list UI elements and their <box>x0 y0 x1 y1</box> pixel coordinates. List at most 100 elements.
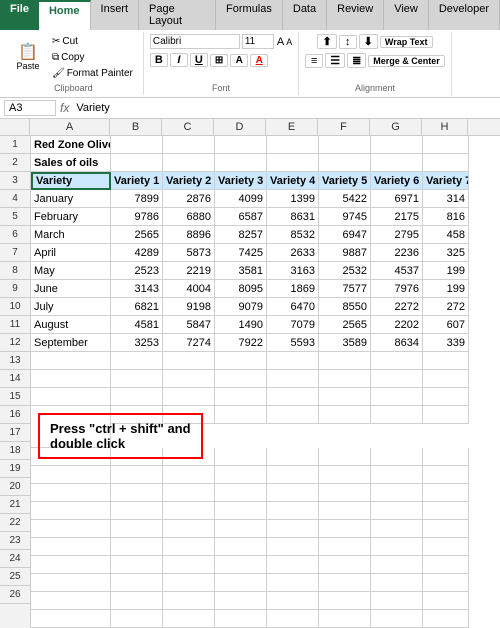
cell-reference-input[interactable] <box>4 100 56 116</box>
cell-15-B[interactable] <box>111 388 163 406</box>
cell-15-C[interactable] <box>163 388 215 406</box>
cell-23-C[interactable] <box>163 556 215 574</box>
cell-14-H[interactable] <box>423 370 469 388</box>
cell-13-H[interactable] <box>423 352 469 370</box>
cell-12-H[interactable]: 339 <box>423 334 469 352</box>
cell-8-C[interactable]: 2219 <box>163 262 215 280</box>
cell-24-G[interactable] <box>371 574 423 592</box>
cell-7-G[interactable]: 2236 <box>371 244 423 262</box>
cell-12-A[interactable]: September <box>31 334 111 352</box>
tab-insert[interactable]: Insert <box>91 0 140 30</box>
cell-9-A[interactable]: June <box>31 280 111 298</box>
row-header-14[interactable]: 14 <box>0 370 30 388</box>
cell-9-D[interactable]: 8095 <box>215 280 267 298</box>
cell-3-F[interactable]: Variety 5 <box>319 172 371 190</box>
align-bottom-button[interactable]: ⬇ <box>359 34 378 49</box>
cell-24-F[interactable] <box>319 574 371 592</box>
cell-7-B[interactable]: 4289 <box>111 244 163 262</box>
col-header-a[interactable]: A <box>30 119 110 135</box>
cell-21-B[interactable] <box>111 520 163 538</box>
tab-data[interactable]: Data <box>283 0 327 30</box>
cell-22-E[interactable] <box>267 538 319 556</box>
col-header-b[interactable]: B <box>110 119 162 135</box>
cell-17-F[interactable] <box>319 448 371 466</box>
tab-review[interactable]: Review <box>327 0 384 30</box>
cell-23-E[interactable] <box>267 556 319 574</box>
cell-3-C[interactable]: Variety 2 <box>163 172 215 190</box>
cell-15-D[interactable] <box>215 388 267 406</box>
cell-14-G[interactable] <box>371 370 423 388</box>
cell-25-B[interactable] <box>111 592 163 610</box>
cell-14-C[interactable] <box>163 370 215 388</box>
format-painter-button[interactable]: 🖌 Format Painter <box>48 66 137 81</box>
cell-26-E[interactable] <box>267 610 319 628</box>
cell-21-H[interactable] <box>423 520 469 538</box>
cell-16-D[interactable] <box>215 406 267 424</box>
cell-19-H[interactable] <box>423 484 469 502</box>
cell-20-E[interactable] <box>267 502 319 520</box>
cell-6-F[interactable]: 6947 <box>319 226 371 244</box>
cell-15-E[interactable] <box>267 388 319 406</box>
cell-22-C[interactable] <box>163 538 215 556</box>
cell-1-E[interactable] <box>267 136 319 154</box>
row-header-24[interactable]: 24 <box>0 550 30 568</box>
decrease-font-button[interactable]: A <box>286 37 292 47</box>
cell-8-H[interactable]: 199 <box>423 262 469 280</box>
font-name-input[interactable] <box>150 34 240 49</box>
cell-18-G[interactable] <box>371 466 423 484</box>
italic-button[interactable]: I <box>170 53 188 67</box>
cell-8-E[interactable]: 3163 <box>267 262 319 280</box>
cell-23-H[interactable] <box>423 556 469 574</box>
cell-14-E[interactable] <box>267 370 319 388</box>
cell-25-C[interactable] <box>163 592 215 610</box>
cell-17-G[interactable] <box>371 448 423 466</box>
align-middle-button[interactable]: ↕ <box>339 35 357 49</box>
cell-13-C[interactable] <box>163 352 215 370</box>
cell-12-E[interactable]: 5593 <box>267 334 319 352</box>
cell-23-D[interactable] <box>215 556 267 574</box>
cell-14-F[interactable] <box>319 370 371 388</box>
cell-8-G[interactable]: 4537 <box>371 262 423 280</box>
cell-5-D[interactable]: 6587 <box>215 208 267 226</box>
row-header-8[interactable]: 8 <box>0 262 30 280</box>
cell-6-A[interactable]: March <box>31 226 111 244</box>
cell-16-F[interactable] <box>319 406 371 424</box>
cell-12-G[interactable]: 8634 <box>371 334 423 352</box>
cell-7-H[interactable]: 325 <box>423 244 469 262</box>
cell-6-H[interactable]: 458 <box>423 226 469 244</box>
cell-24-C[interactable] <box>163 574 215 592</box>
cell-25-A[interactable] <box>31 592 111 610</box>
cell-16-E[interactable] <box>267 406 319 424</box>
cell-3-D[interactable]: Variety 3 <box>215 172 267 190</box>
col-header-f[interactable]: F <box>318 119 370 135</box>
cell-10-F[interactable]: 8550 <box>319 298 371 316</box>
cell-10-A[interactable]: July <box>31 298 111 316</box>
cell-13-A[interactable] <box>31 352 111 370</box>
col-header-e[interactable]: E <box>266 119 318 135</box>
cell-4-H[interactable]: 314 <box>423 190 469 208</box>
row-header-1[interactable]: 1 <box>0 136 30 154</box>
cell-6-G[interactable]: 2795 <box>371 226 423 244</box>
cell-2-E[interactable] <box>267 154 319 172</box>
cell-18-B[interactable] <box>111 466 163 484</box>
cell-9-E[interactable]: 1869 <box>267 280 319 298</box>
cell-1-D[interactable] <box>215 136 267 154</box>
cell-16-A[interactable]: Press "ctrl + shift" anddouble click <box>31 406 111 448</box>
cell-9-F[interactable]: 7577 <box>319 280 371 298</box>
paste-button[interactable]: 📋 Paste <box>10 35 46 81</box>
row-header-18[interactable]: 18 <box>0 442 30 460</box>
cell-11-G[interactable]: 2202 <box>371 316 423 334</box>
cell-24-H[interactable] <box>423 574 469 592</box>
cell-25-F[interactable] <box>319 592 371 610</box>
cell-21-G[interactable] <box>371 520 423 538</box>
cell-26-B[interactable] <box>111 610 163 628</box>
row-header-21[interactable]: 21 <box>0 496 30 514</box>
cell-11-B[interactable]: 4581 <box>111 316 163 334</box>
col-header-g[interactable]: G <box>370 119 422 135</box>
cell-1-A[interactable]: Red Zone Olive Oil Company <box>31 136 111 154</box>
row-header-4[interactable]: 4 <box>0 190 30 208</box>
cell-25-G[interactable] <box>371 592 423 610</box>
font-color-button[interactable]: A <box>250 54 268 67</box>
cell-4-G[interactable]: 6971 <box>371 190 423 208</box>
tab-developer[interactable]: Developer <box>429 0 500 30</box>
